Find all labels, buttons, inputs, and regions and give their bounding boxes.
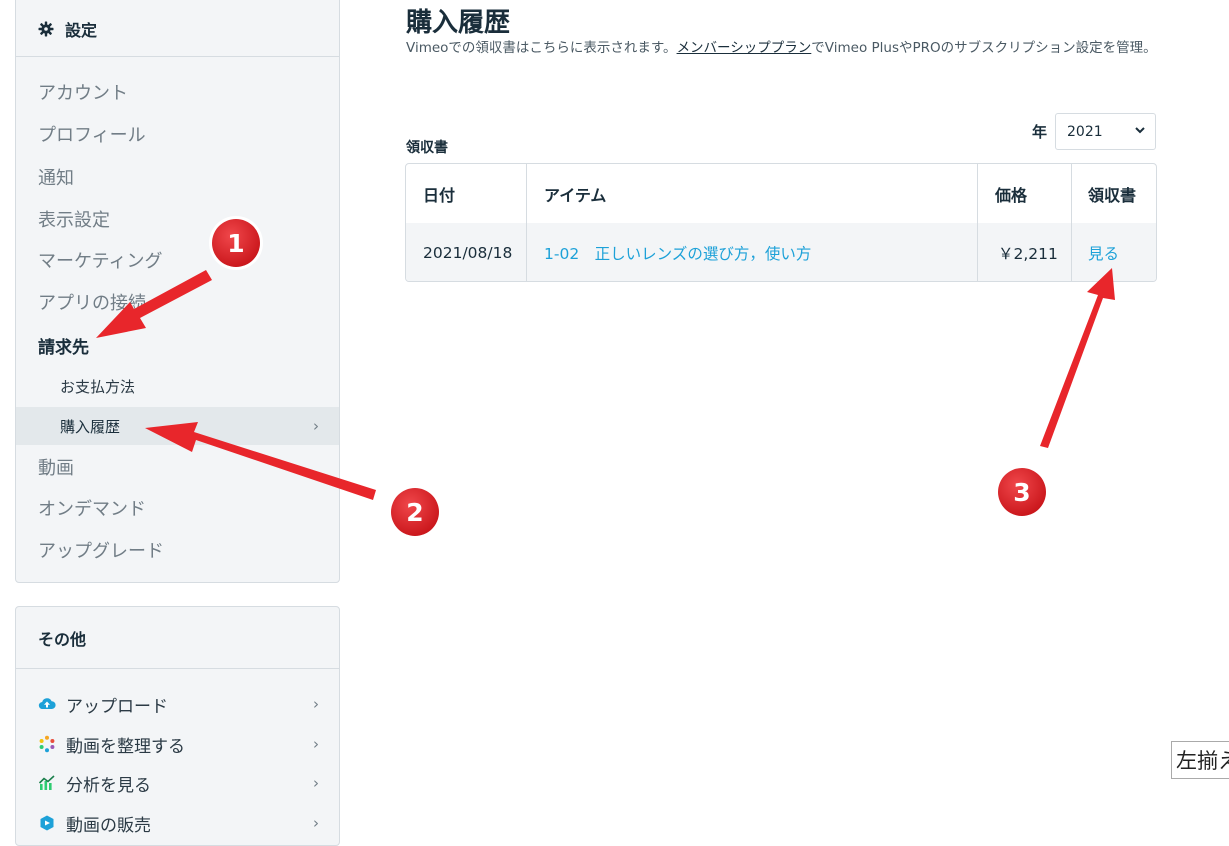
other-item-analytics[interactable]: 分析を見る ›	[16, 765, 339, 801]
sidebar-item-label: 通知	[38, 168, 74, 189]
sidebar-item-profile[interactable]: プロフィール	[16, 115, 339, 153]
column-divider	[1071, 164, 1072, 281]
sidebar-item-marketing[interactable]: マーケティング	[16, 241, 339, 279]
page-description: Vimeoでの領収書はこちらに表示されます。メンバーシッププランでVimeo P…	[406, 37, 1166, 59]
other-item-label: 分析を見る	[66, 775, 151, 796]
sidebar-item-label: 動画	[38, 458, 74, 479]
sidebar-item-label: アカウント	[38, 83, 128, 104]
column-header-price: 価格	[995, 185, 1028, 205]
sidebar-item-label: 購入履歴	[60, 417, 121, 436]
sidebar-item-on-demand[interactable]: オンデマンド	[16, 489, 339, 527]
badge-2-number: 2	[406, 498, 423, 527]
sidebar-item-display-settings[interactable]: 表示設定	[16, 200, 339, 238]
sidebar-item-label: 請求先	[38, 337, 89, 358]
column-header-date: 日付	[423, 185, 456, 205]
description-text: Vimeoでの領収書はこちらに表示されます。	[406, 40, 677, 56]
sidebar-item-label: 表示設定	[38, 210, 110, 231]
chevron-right-icon: ›	[313, 814, 319, 832]
badge-3-number: 3	[1013, 478, 1030, 507]
other-title: その他	[38, 629, 87, 649]
year-select[interactable]: 2021	[1055, 113, 1156, 150]
sell-icon	[40, 815, 54, 831]
cell-price: ￥2,211	[998, 244, 1058, 263]
other-item-sell[interactable]: 動画の販売 ›	[16, 805, 339, 841]
sidebar-item-label: マーケティング	[38, 251, 163, 272]
other-item-upload[interactable]: アップロード ›	[16, 686, 339, 722]
sidebar-item-videos[interactable]: 動画	[16, 448, 339, 486]
sidebar-item-label: アップグレード	[38, 541, 164, 562]
other-item-label: 動画を整理する	[66, 736, 185, 757]
sidebar-item-billing[interactable]: 請求先	[16, 326, 339, 364]
other-item-label: 動画の販売	[66, 815, 151, 836]
other-item-organize[interactable]: 動画を整理する ›	[16, 726, 339, 762]
sidebar-item-account[interactable]: アカウント	[16, 73, 339, 111]
sidebar-item-payment-methods[interactable]: お支払方法	[16, 367, 339, 405]
sidebar-item-label: アプリの接続	[38, 293, 146, 314]
column-divider	[526, 164, 527, 281]
sidebar-item-label: プロフィール	[38, 125, 146, 146]
chevron-right-icon: ›	[313, 735, 319, 753]
organize-icon	[39, 735, 55, 753]
chevron-right-icon: ›	[313, 774, 319, 792]
membership-plan-link[interactable]: メンバーシッププラン	[677, 40, 812, 56]
sidebar-item-connected-apps[interactable]: アプリの接続	[16, 283, 339, 321]
cell-item-link[interactable]: 1-02 正しいレンズの選び方，使い方	[544, 223, 811, 281]
view-receipt-link[interactable]: 見る	[1088, 223, 1119, 281]
year-label: 年	[1032, 123, 1048, 141]
analytics-icon	[38, 775, 55, 790]
badge-2: 2	[388, 485, 442, 539]
chevron-right-icon: ›	[313, 417, 319, 435]
sidebar-item-purchase-history[interactable]: 購入履歴 ›	[16, 407, 339, 445]
badge-3: 3	[995, 465, 1049, 519]
sidebar-item-notifications[interactable]: 通知	[16, 158, 339, 196]
column-header-receipt: 領収書	[1088, 185, 1137, 205]
arrow-3	[1040, 268, 1115, 448]
page-title: 購入履歴	[406, 8, 511, 38]
cloud-upload-icon	[38, 698, 56, 710]
receipts-label: 領収書	[406, 140, 448, 156]
column-header-item: アイテム	[544, 185, 607, 205]
receipts-table: 日付 アイテム 価格 領収書 2021/08/18 1-02 正しいレンズの選び…	[405, 163, 1157, 282]
other-header: その他	[16, 607, 339, 669]
sidebar-item-label: お支払方法	[60, 377, 136, 396]
chevron-down-icon	[1135, 127, 1145, 134]
gear-icon	[38, 21, 54, 36]
column-divider	[977, 164, 978, 281]
tooltip-fragment: 左揃え	[1171, 741, 1229, 779]
year-select-value: 2021	[1067, 123, 1103, 140]
sidebar-item-upgrade[interactable]: アップグレード	[16, 531, 339, 569]
other-panel: その他 アップロード › 動画を整理する › 分析を見る › 動画の販売 ›	[15, 606, 340, 846]
cell-date: 2021/08/18	[423, 243, 513, 262]
description-text: でVimeo PlusやPROのサブスクリプション設定を管理。	[811, 40, 1157, 56]
settings-panel: 設定 アカウント プロフィール 通知 表示設定 マーケティング アプリの接続 請…	[15, 0, 340, 583]
settings-title: 設定	[65, 20, 98, 40]
sidebar-item-label: オンデマンド	[38, 499, 146, 520]
chevron-right-icon: ›	[313, 695, 319, 713]
other-item-label: アップロード	[66, 696, 168, 717]
settings-header: 設定	[16, 0, 339, 57]
